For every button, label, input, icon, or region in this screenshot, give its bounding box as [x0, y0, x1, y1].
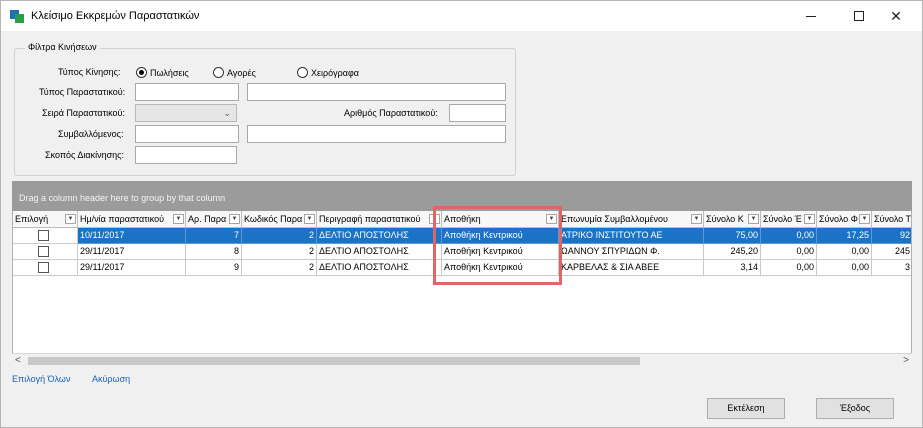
purpose-label: Σκοπός Διακίνησης:: [45, 150, 125, 160]
table-cell[interactable]: ΔΕΛΤΙΟ ΑΠΟΣΤΟΛΗΣ: [317, 244, 442, 260]
table-cell[interactable]: 8: [186, 244, 242, 260]
table-cell[interactable]: 7: [186, 228, 242, 244]
doc-number-field[interactable]: [449, 104, 506, 122]
column-header-number[interactable]: Αρ. Παρα ▼: [186, 211, 242, 228]
table-cell[interactable]: ΑΤΡΙΚΟ ΙΝΣΤΙΤΟΥΤΟ ΑΕ: [559, 228, 704, 244]
counterparty-name-field[interactable]: [247, 125, 506, 143]
minimize-button[interactable]: [791, 1, 831, 31]
app-icon: [10, 10, 24, 23]
radio-sales[interactable]: [136, 67, 147, 78]
series-combo[interactable]: ⌄: [135, 104, 237, 122]
table-cell[interactable]: 3: [872, 260, 911, 276]
filter-dropdown-icon[interactable]: ▼: [859, 214, 870, 224]
scroll-left-icon[interactable]: <: [15, 355, 21, 366]
scroll-right-icon[interactable]: >: [903, 355, 909, 366]
table-cell[interactable]: ΩΑΝΝΟΥ ΣΠΥΡΙΔΩΝ Φ.: [559, 244, 704, 260]
execute-button[interactable]: Εκτέλεση: [707, 398, 785, 419]
radio-purchases-label[interactable]: Αγορές: [227, 68, 256, 78]
main-window: Κλείσιμο Εκκρεμών Παραστατικών ✕ Φίλτρα …: [0, 0, 923, 428]
column-header-total-f[interactable]: Σύνολο Φ ▼: [817, 211, 872, 228]
select-all-link[interactable]: Επιλογή Όλων: [12, 374, 70, 384]
filter-dropdown-icon[interactable]: ▼: [173, 214, 184, 224]
close-button[interactable]: ✕: [876, 1, 916, 31]
column-header-date[interactable]: Ημ/νία παραστατικού ▼: [78, 211, 186, 228]
exit-button[interactable]: Έξοδος: [816, 398, 894, 419]
column-header-total-t[interactable]: Σύνολο Τ: [872, 211, 911, 228]
row-checkbox[interactable]: [38, 246, 49, 257]
scrollbar-thumb[interactable]: [28, 357, 640, 365]
column-header-counterparty[interactable]: Επωνυμία Συμβαλλομένου ▼: [559, 211, 704, 228]
table-cell[interactable]: 0,00: [817, 244, 872, 260]
row-checkbox-cell[interactable]: [13, 228, 78, 244]
table-cell[interactable]: ΚΑΡΒΕΛΑΣ & ΣΙΑ ΑΒΕΕ: [559, 260, 704, 276]
group-by-hint: Drag a column header here to group by th…: [19, 193, 226, 203]
radio-purchases[interactable]: [213, 67, 224, 78]
table-cell[interactable]: 3,14: [704, 260, 761, 276]
filter-group-title: Φίλτρα Κινήσεων: [25, 42, 100, 52]
table-cell[interactable]: 2: [242, 228, 317, 244]
doc-type-desc-field[interactable]: [247, 83, 506, 101]
table-cell[interactable]: 0,00: [761, 244, 817, 260]
movement-type-label: Τύπος Κίνησης:: [58, 67, 121, 77]
row-checkbox[interactable]: [38, 262, 49, 273]
table-cell[interactable]: 29/11/2017: [78, 260, 186, 276]
table-cell[interactable]: 17,25: [817, 228, 872, 244]
column-header-select[interactable]: Επιλογή ▼: [13, 211, 78, 228]
chevron-down-icon: ⌄: [223, 108, 231, 118]
title-bar: Κλείσιμο Εκκρεμών Παραστατικών ✕: [1, 1, 922, 31]
table-cell[interactable]: 10/11/2017: [78, 228, 186, 244]
cancel-link[interactable]: Ακύρωση: [92, 374, 130, 384]
filter-dropdown-icon[interactable]: ▼: [748, 214, 759, 224]
warehouse-highlight-box: [433, 206, 562, 285]
filter-dropdown-icon[interactable]: ▼: [804, 214, 815, 224]
table-cell[interactable]: 2: [242, 244, 317, 260]
series-label: Σειρά Παραστατικού:: [42, 108, 125, 118]
radio-manual[interactable]: [297, 67, 308, 78]
column-header-code[interactable]: Κωδικός Παρα ▼: [242, 211, 317, 228]
table-cell[interactable]: 245,20: [704, 244, 761, 260]
column-header-total-e[interactable]: Σύνολο Έ ▼: [761, 211, 817, 228]
table-cell[interactable]: 0,00: [817, 260, 872, 276]
horizontal-scrollbar[interactable]: < >: [12, 353, 912, 368]
counterparty-label: Συμβαλλόμενος:: [58, 129, 124, 139]
row-checkbox-cell[interactable]: [13, 260, 78, 276]
filter-dropdown-icon[interactable]: ▼: [691, 214, 702, 224]
radio-sales-label[interactable]: Πωλήσεις: [150, 68, 189, 78]
close-icon: ✕: [890, 8, 902, 24]
row-checkbox-cell[interactable]: [13, 244, 78, 260]
table-cell[interactable]: 245: [872, 244, 911, 260]
maximize-button[interactable]: [839, 1, 879, 31]
minimize-icon: [806, 16, 816, 17]
column-header-description[interactable]: Περιγραφή παραστατικού ▼: [317, 211, 442, 228]
purpose-field[interactable]: [135, 146, 237, 164]
filter-dropdown-icon[interactable]: ▼: [304, 214, 315, 224]
table-cell[interactable]: 0,00: [761, 260, 817, 276]
table-cell[interactable]: 29/11/2017: [78, 244, 186, 260]
row-checkbox[interactable]: [38, 230, 49, 241]
table-cell[interactable]: 92: [872, 228, 911, 244]
doc-number-label: Αριθμός Παραστατικού:: [344, 108, 438, 118]
column-header-total-k[interactable]: Σύνολο Κ ▼: [704, 211, 761, 228]
doc-type-code-field[interactable]: [135, 83, 239, 101]
counterparty-code-field[interactable]: [135, 125, 239, 143]
table-cell[interactable]: ΔΕΛΤΙΟ ΑΠΟΣΤΟΛΗΣ: [317, 260, 442, 276]
table-cell[interactable]: 2: [242, 260, 317, 276]
table-cell[interactable]: 75,00: [704, 228, 761, 244]
filter-dropdown-icon[interactable]: ▼: [65, 214, 76, 224]
filter-dropdown-icon[interactable]: ▼: [229, 214, 240, 224]
maximize-icon: [854, 11, 864, 21]
window-title: Κλείσιμο Εκκρεμών Παραστατικών: [31, 10, 200, 22]
table-cell[interactable]: ΔΕΛΤΙΟ ΑΠΟΣΤΟΛΗΣ: [317, 228, 442, 244]
table-cell[interactable]: 0,00: [761, 228, 817, 244]
table-cell[interactable]: 9: [186, 260, 242, 276]
doc-type-label: Τύπος Παραστατικού:: [39, 87, 126, 97]
radio-manual-label[interactable]: Χειρόγραφα: [311, 68, 359, 78]
